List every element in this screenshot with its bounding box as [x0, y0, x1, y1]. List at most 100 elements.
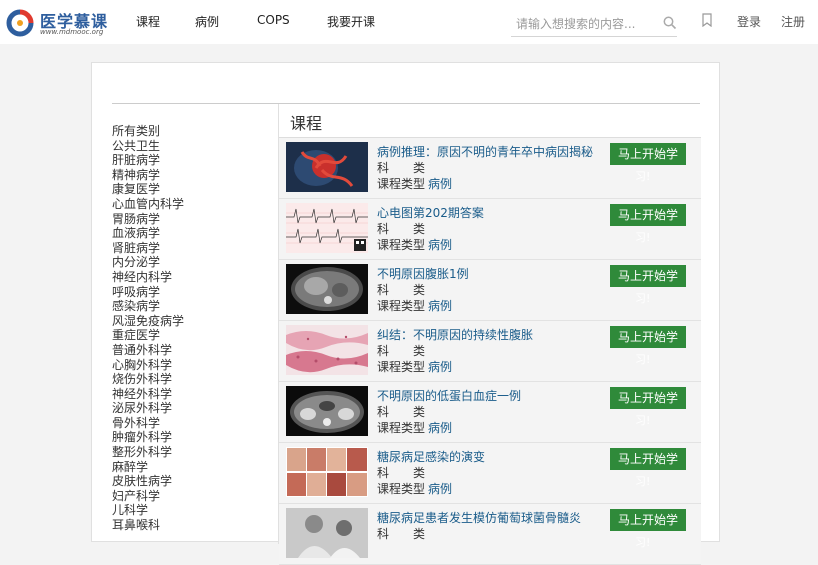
- course-type-label: 课程类型: [377, 177, 426, 191]
- start-learning-button-overflow: 习!: [635, 475, 651, 488]
- course-item: 不明原因腹胀1例科 类课程类型 病例 马上开始学习!: [279, 260, 701, 321]
- search-input[interactable]: [516, 15, 656, 33]
- category-item[interactable]: 胃肠病学: [112, 212, 272, 227]
- course-title-link[interactable]: 不明原因的低蛋白血症一例: [377, 387, 521, 404]
- start-learning-button[interactable]: 马上开始学: [610, 509, 686, 531]
- site-logo[interactable]: 医学慕课 www.mdmooc.org: [6, 7, 116, 37]
- category-item[interactable]: 整形外科学: [112, 445, 272, 460]
- start-learning-button-overflow: 习!: [635, 292, 651, 305]
- start-learning-button-overflow: 习!: [635, 353, 651, 366]
- search-icon[interactable]: [663, 16, 677, 30]
- start-learning-button-overflow: 习!: [635, 231, 651, 244]
- course-thumbnail[interactable]: [286, 203, 368, 253]
- course-list: 病例推理：原因不明的青年卒中病因揭秘科 类课程类型 病例 马上开始学 习! 心电图第20…: [279, 138, 701, 565]
- course-type-label: 课程类型: [377, 360, 426, 374]
- course-type-value[interactable]: 病例: [428, 299, 452, 313]
- course-item: 不明原因的低蛋白血症一例科 类课程类型 病例 马上开始学 习!: [279, 382, 701, 443]
- course-type-row: 课程类型 病例: [377, 480, 452, 497]
- category-item[interactable]: 血液病学: [112, 226, 272, 241]
- category-item[interactable]: 泌尿外科学: [112, 401, 272, 416]
- category-item[interactable]: 精神病学: [112, 168, 272, 183]
- course-thumbnail[interactable]: [286, 386, 368, 436]
- category-item[interactable]: 儿科学: [112, 503, 272, 518]
- course-type-label: 课程类型: [377, 482, 426, 496]
- category-item[interactable]: 心血管内科学: [112, 197, 272, 212]
- course-thumbnail[interactable]: [286, 325, 368, 375]
- start-learning-button[interactable]: 马上开始学: [610, 143, 686, 165]
- course-type-row: 课程类型 病例: [377, 419, 452, 436]
- category-item[interactable]: 公共卫生: [112, 139, 272, 154]
- course-type-label: 课程类型: [377, 421, 426, 435]
- start-learning-button[interactable]: 马上开始学: [610, 326, 686, 348]
- category-item[interactable]: 肿瘤外科学: [112, 430, 272, 445]
- course-subject-label: 科 类: [377, 466, 426, 480]
- content-title: 课程: [290, 114, 323, 133]
- course-type-label: 课程类型: [377, 299, 426, 313]
- course-type-value[interactable]: 病例: [428, 360, 452, 374]
- category-item[interactable]: 神经内科学: [112, 270, 272, 285]
- logo-subtitle: www.mdmooc.org: [40, 28, 104, 36]
- course-item: 纠结：不明原因的持续性腹胀科 类课程类型 病例 马上开始学 习!: [279, 321, 701, 382]
- category-item[interactable]: 风湿免疫病学: [112, 314, 272, 329]
- start-learning-button[interactable]: 马上开始学: [610, 448, 686, 470]
- start-learning-button[interactable]: 马上开始学: [610, 387, 686, 409]
- start-learning-button[interactable]: 马上开始学: [610, 265, 686, 287]
- start-learning-button[interactable]: 马上开始学: [610, 204, 686, 226]
- course-title-link[interactable]: 不明原因腹胀1例: [377, 265, 469, 282]
- nav-courses[interactable]: 课程: [136, 13, 160, 30]
- category-item[interactable]: 内分泌学: [112, 255, 272, 270]
- category-item[interactable]: 妇产科学: [112, 489, 272, 504]
- course-subject-label: 科 类: [377, 527, 426, 541]
- category-item[interactable]: 耳鼻喉科: [112, 518, 272, 533]
- login-link[interactable]: 登录: [737, 13, 761, 30]
- course-title-link[interactable]: 纠结：不明原因的持续性腹胀: [377, 326, 533, 343]
- category-item[interactable]: 骨外科学: [112, 416, 272, 431]
- category-item[interactable]: 心胸外科学: [112, 358, 272, 373]
- category-item[interactable]: 烧伤外科学: [112, 372, 272, 387]
- category-item[interactable]: 所有类别: [112, 124, 272, 139]
- category-item[interactable]: 肾脏病学: [112, 241, 272, 256]
- course-title-link[interactable]: 糖尿病足感染的演变: [377, 448, 485, 465]
- category-item[interactable]: 康复医学: [112, 182, 272, 197]
- category-item[interactable]: 皮肤性病学: [112, 474, 272, 489]
- course-subject-label: 科 类: [377, 222, 426, 236]
- category-item[interactable]: 呼吸病学: [112, 285, 272, 300]
- course-type-row: 课程类型 病例: [377, 358, 452, 375]
- register-link[interactable]: 注册: [781, 13, 805, 30]
- category-list: 所有类别 公共卫生 肝脏病学 精神病学 康复医学 心血管内科学 胃肠病学 血液病学 肾脏病学 内分…: [112, 124, 272, 533]
- category-item[interactable]: 肝脏病学: [112, 153, 272, 168]
- category-item[interactable]: 感染病学: [112, 299, 272, 314]
- category-item[interactable]: 麻醉学: [112, 460, 272, 475]
- course-content: 课程 病例推理：原因不明的青年卒中病因揭秘科 类课程类型 病例 马上开始学 习! 心电图…: [278, 104, 701, 565]
- category-item[interactable]: 神经外科学: [112, 387, 272, 402]
- category-item[interactable]: 重症医学: [112, 328, 272, 343]
- course-subject-label: 科 类: [377, 283, 426, 297]
- course-item: 心电图第202期答案科 类课程类型 病例 马上开始学习!: [279, 199, 701, 260]
- course-title-link[interactable]: 病例推理：原因不明的青年卒中病因揭秘: [377, 143, 593, 160]
- top-bar: 医学慕课 www.mdmooc.org 课程 病例 COPS 我要开课 登录 注…: [0, 0, 818, 44]
- course-type-value[interactable]: 病例: [428, 238, 452, 252]
- nav-open-course[interactable]: 我要开课: [327, 13, 375, 30]
- logo-mark-icon: [6, 9, 34, 37]
- course-thumbnail[interactable]: [286, 264, 368, 314]
- bookmark-icon[interactable]: [702, 13, 712, 27]
- course-type-value[interactable]: 病例: [428, 177, 452, 191]
- course-title-link[interactable]: 心电图第202期答案: [377, 204, 484, 221]
- start-learning-button-overflow: 习!: [635, 170, 651, 183]
- course-item: 糖尿病足患者发生模仿葡萄球菌骨髓炎科 类 马上开始学习!: [279, 504, 701, 565]
- nav-cases[interactable]: 病例: [195, 13, 219, 30]
- course-thumbnail[interactable]: [286, 447, 368, 497]
- course-subject-label: 科 类: [377, 344, 426, 358]
- course-title-link[interactable]: 糖尿病足患者发生模仿葡萄球菌骨髓炎: [377, 509, 581, 526]
- category-item[interactable]: 普通外科学: [112, 343, 272, 358]
- start-learning-button-overflow: 习!: [635, 536, 651, 549]
- course-type-label: 课程类型: [377, 238, 426, 252]
- course-thumbnail[interactable]: [286, 142, 368, 192]
- course-thumbnail[interactable]: [286, 508, 368, 558]
- start-learning-button-overflow: 习!: [635, 414, 651, 427]
- course-type-value[interactable]: 病例: [428, 482, 452, 496]
- course-item: 病例推理：原因不明的青年卒中病因揭秘科 类课程类型 病例 马上开始学 习!: [279, 138, 701, 199]
- nav-cops[interactable]: COPS: [257, 13, 290, 27]
- course-type-value[interactable]: 病例: [428, 421, 452, 435]
- main-panel: 所有类别 公共卫生 肝脏病学 精神病学 康复医学 心血管内科学 胃肠病学 血液病学 肾脏病学 内分…: [91, 62, 720, 565]
